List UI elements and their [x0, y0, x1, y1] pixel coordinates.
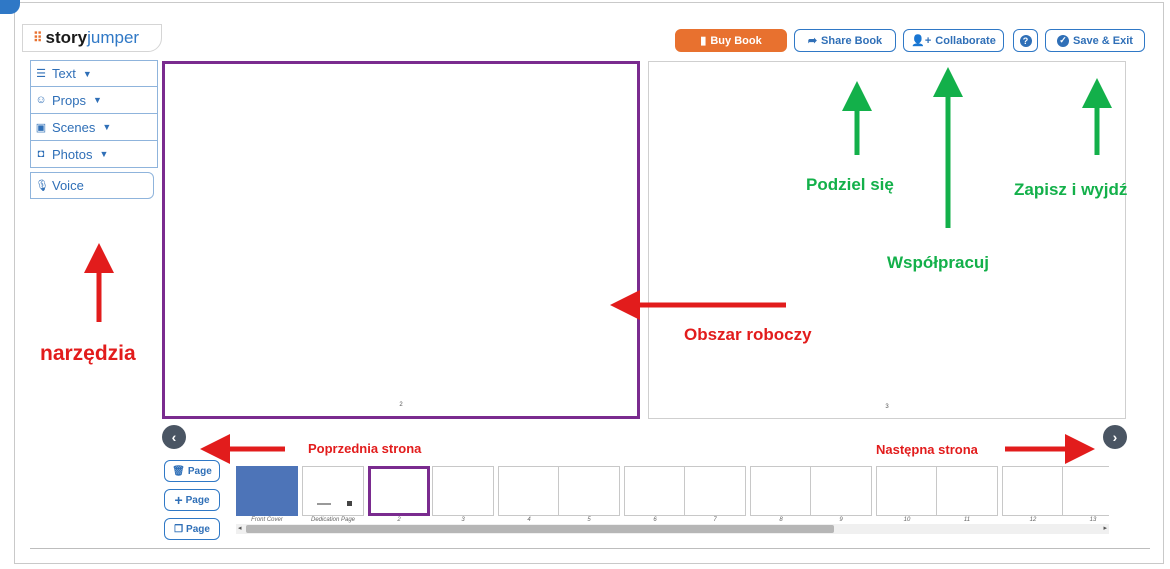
annotation-prev-page: Poprzednia strona — [308, 441, 422, 456]
annotation-tools: narzędzia — [40, 342, 136, 365]
annotation-save: Zapisz i wyjdź — [1014, 180, 1128, 199]
annotation-collaborate: Współpracuj — [887, 253, 990, 272]
annotation-workspace: Obszar roboczy — [684, 325, 812, 344]
annotation-arrows — [84, 67, 1112, 464]
annotation-share: Podziel się — [806, 175, 894, 194]
annotation-next-page: Następna strona — [876, 442, 978, 457]
